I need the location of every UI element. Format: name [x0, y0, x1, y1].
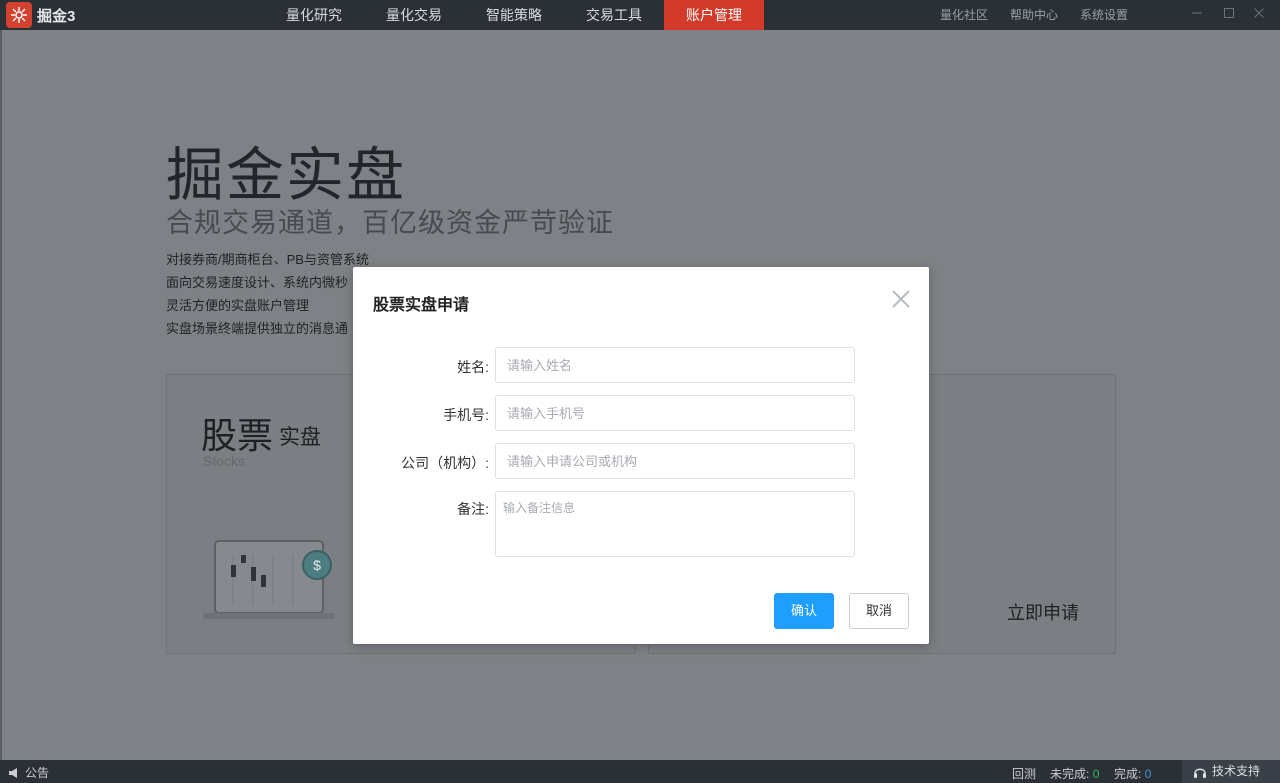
- company-label: 公司（机构）:: [401, 455, 489, 471]
- hero-title: 掘金实盘: [166, 143, 407, 208]
- remark-textarea[interactable]: [495, 491, 855, 557]
- stocks-card-en: Stocks: [203, 453, 246, 469]
- hero-feature-line: 实盘场景终端提供独立的消息通: [166, 321, 349, 336]
- hero-subtitle: 合规交易通道，百亿级资金严苛验证: [166, 208, 614, 238]
- complete-status[interactable]: 完成: 0: [1114, 765, 1151, 782]
- complete-label: 完成:: [1114, 767, 1142, 781]
- support-label: 技术支持: [1212, 764, 1261, 778]
- logo-text: 掘金3: [37, 7, 76, 25]
- stocks-card-subtitle: 实盘: [279, 426, 321, 449]
- incomplete-status[interactable]: 未完成: 0: [1050, 765, 1099, 782]
- headset-icon: [1194, 768, 1206, 778]
- cancel-button[interactable]: 取消: [849, 593, 909, 629]
- window-close-icon[interactable]: [1251, 7, 1267, 23]
- hero-feature-line: 对接券商/期商柜台、PB与资管系统: [166, 252, 369, 267]
- title-bar: 掘金3 量化研究 量化交易 智能策略 交易工具 账户管理 量化社区 帮助中心 系…: [0, 0, 1280, 30]
- hero-feature-line: 灵活方便的实盘账户管理: [166, 298, 310, 313]
- link-help-center[interactable]: 帮助中心: [1010, 0, 1058, 30]
- link-system-settings[interactable]: 系统设置: [1080, 0, 1128, 30]
- incomplete-count: 0: [1092, 767, 1100, 781]
- nav-smart-strategy[interactable]: 智能策略: [464, 0, 564, 30]
- stocks-card-title: 股票: [201, 415, 274, 456]
- notice-label: 公告: [25, 766, 50, 780]
- top-right-links: 量化社区 帮助中心 系统设置: [940, 0, 1150, 30]
- confirm-button[interactable]: 确认: [774, 593, 834, 629]
- app-logo[interactable]: 掘金3: [6, 2, 75, 28]
- name-label: 姓名:: [457, 359, 489, 375]
- hero-feature-line: 面向交易速度设计、系统内微秒: [166, 275, 349, 290]
- incomplete-label: 未完成:: [1050, 767, 1090, 781]
- name-input[interactable]: [495, 347, 855, 383]
- nav-account-management[interactable]: 账户管理: [664, 0, 764, 30]
- hero-feature-list: 对接券商/期商柜台、PB与资管系统 面向交易速度设计、系统内微秒 灵活方便的实盘…: [166, 248, 369, 340]
- link-community[interactable]: 量化社区: [940, 0, 988, 30]
- megaphone-icon: [9, 767, 17, 778]
- svg-text:$: $: [313, 557, 321, 573]
- logo-icon: [6, 2, 32, 28]
- remark-label: 备注:: [457, 501, 489, 517]
- minimize-icon[interactable]: [1189, 7, 1205, 23]
- tech-support-button[interactable]: 技术支持: [1182, 760, 1280, 783]
- stock-apply-dialog: 股票实盘申请 姓名: 手机号: 公司（机构）: 备注: 确认 取消: [353, 267, 929, 644]
- dialog-title: 股票实盘申请: [373, 297, 470, 314]
- main-nav: 量化研究 量化交易 智能策略 交易工具 账户管理: [264, 0, 764, 30]
- notice-button[interactable]: 公告: [8, 764, 49, 781]
- status-bar: 公告 回测 未完成: 0 完成: 0 技术支持: [0, 760, 1280, 783]
- close-icon[interactable]: [889, 287, 913, 311]
- laptop-chart-illustration: $: [203, 540, 335, 619]
- phone-label: 手机号:: [443, 407, 489, 423]
- company-input[interactable]: [495, 443, 855, 479]
- maximize-icon[interactable]: [1221, 7, 1237, 23]
- apply-now-link[interactable]: 立即申请: [1007, 599, 1079, 625]
- complete-count: 0: [1144, 767, 1152, 781]
- backtest-label[interactable]: 回测: [1012, 765, 1036, 782]
- phone-input[interactable]: [495, 395, 855, 431]
- nav-quant-trading[interactable]: 量化交易: [364, 0, 464, 30]
- nav-quant-research[interactable]: 量化研究: [264, 0, 364, 30]
- nav-trading-tools[interactable]: 交易工具: [564, 0, 664, 30]
